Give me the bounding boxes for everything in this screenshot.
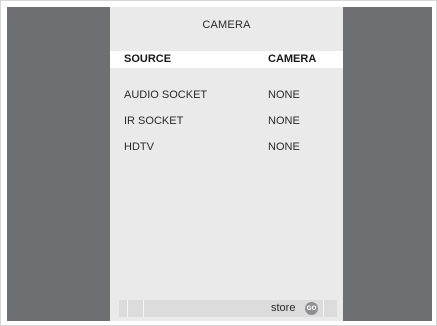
menu-row-label: IR SOCKET <box>124 115 184 127</box>
status-bar-divider <box>127 300 128 317</box>
menu-row-audio-socket[interactable]: AUDIO SOCKET NONE <box>110 87 343 104</box>
menu-row-hdtv[interactable]: HDTV NONE <box>110 139 343 156</box>
status-bar-divider <box>143 300 144 317</box>
go-button-icon[interactable]: GO <box>305 302 318 315</box>
tv-screen: CAMERA SOURCE CAMERA AUDIO SOCKET NONE I… <box>7 7 432 321</box>
menu-row-label: AUDIO SOCKET <box>124 89 208 101</box>
menu-row-value: CAMERA <box>268 53 317 65</box>
menu-row-ir-socket[interactable]: IR SOCKET NONE <box>110 113 343 130</box>
tv-frame: CAMERA SOURCE CAMERA AUDIO SOCKET NONE I… <box>0 0 437 326</box>
menu-row-value: NONE <box>268 115 300 127</box>
menu-panel: CAMERA SOURCE CAMERA AUDIO SOCKET NONE I… <box>110 7 343 321</box>
menu-row-value: NONE <box>268 89 300 101</box>
status-bar: store GO <box>119 300 337 317</box>
menu-row-label: SOURCE <box>124 53 172 65</box>
menu-row-value: NONE <box>268 141 300 153</box>
menu-row-source[interactable]: SOURCE CAMERA <box>110 51 343 68</box>
menu-row-label: HDTV <box>124 141 154 153</box>
store-label: store <box>271 302 296 314</box>
status-bar-divider <box>323 300 324 317</box>
menu-title: CAMERA <box>202 19 251 31</box>
